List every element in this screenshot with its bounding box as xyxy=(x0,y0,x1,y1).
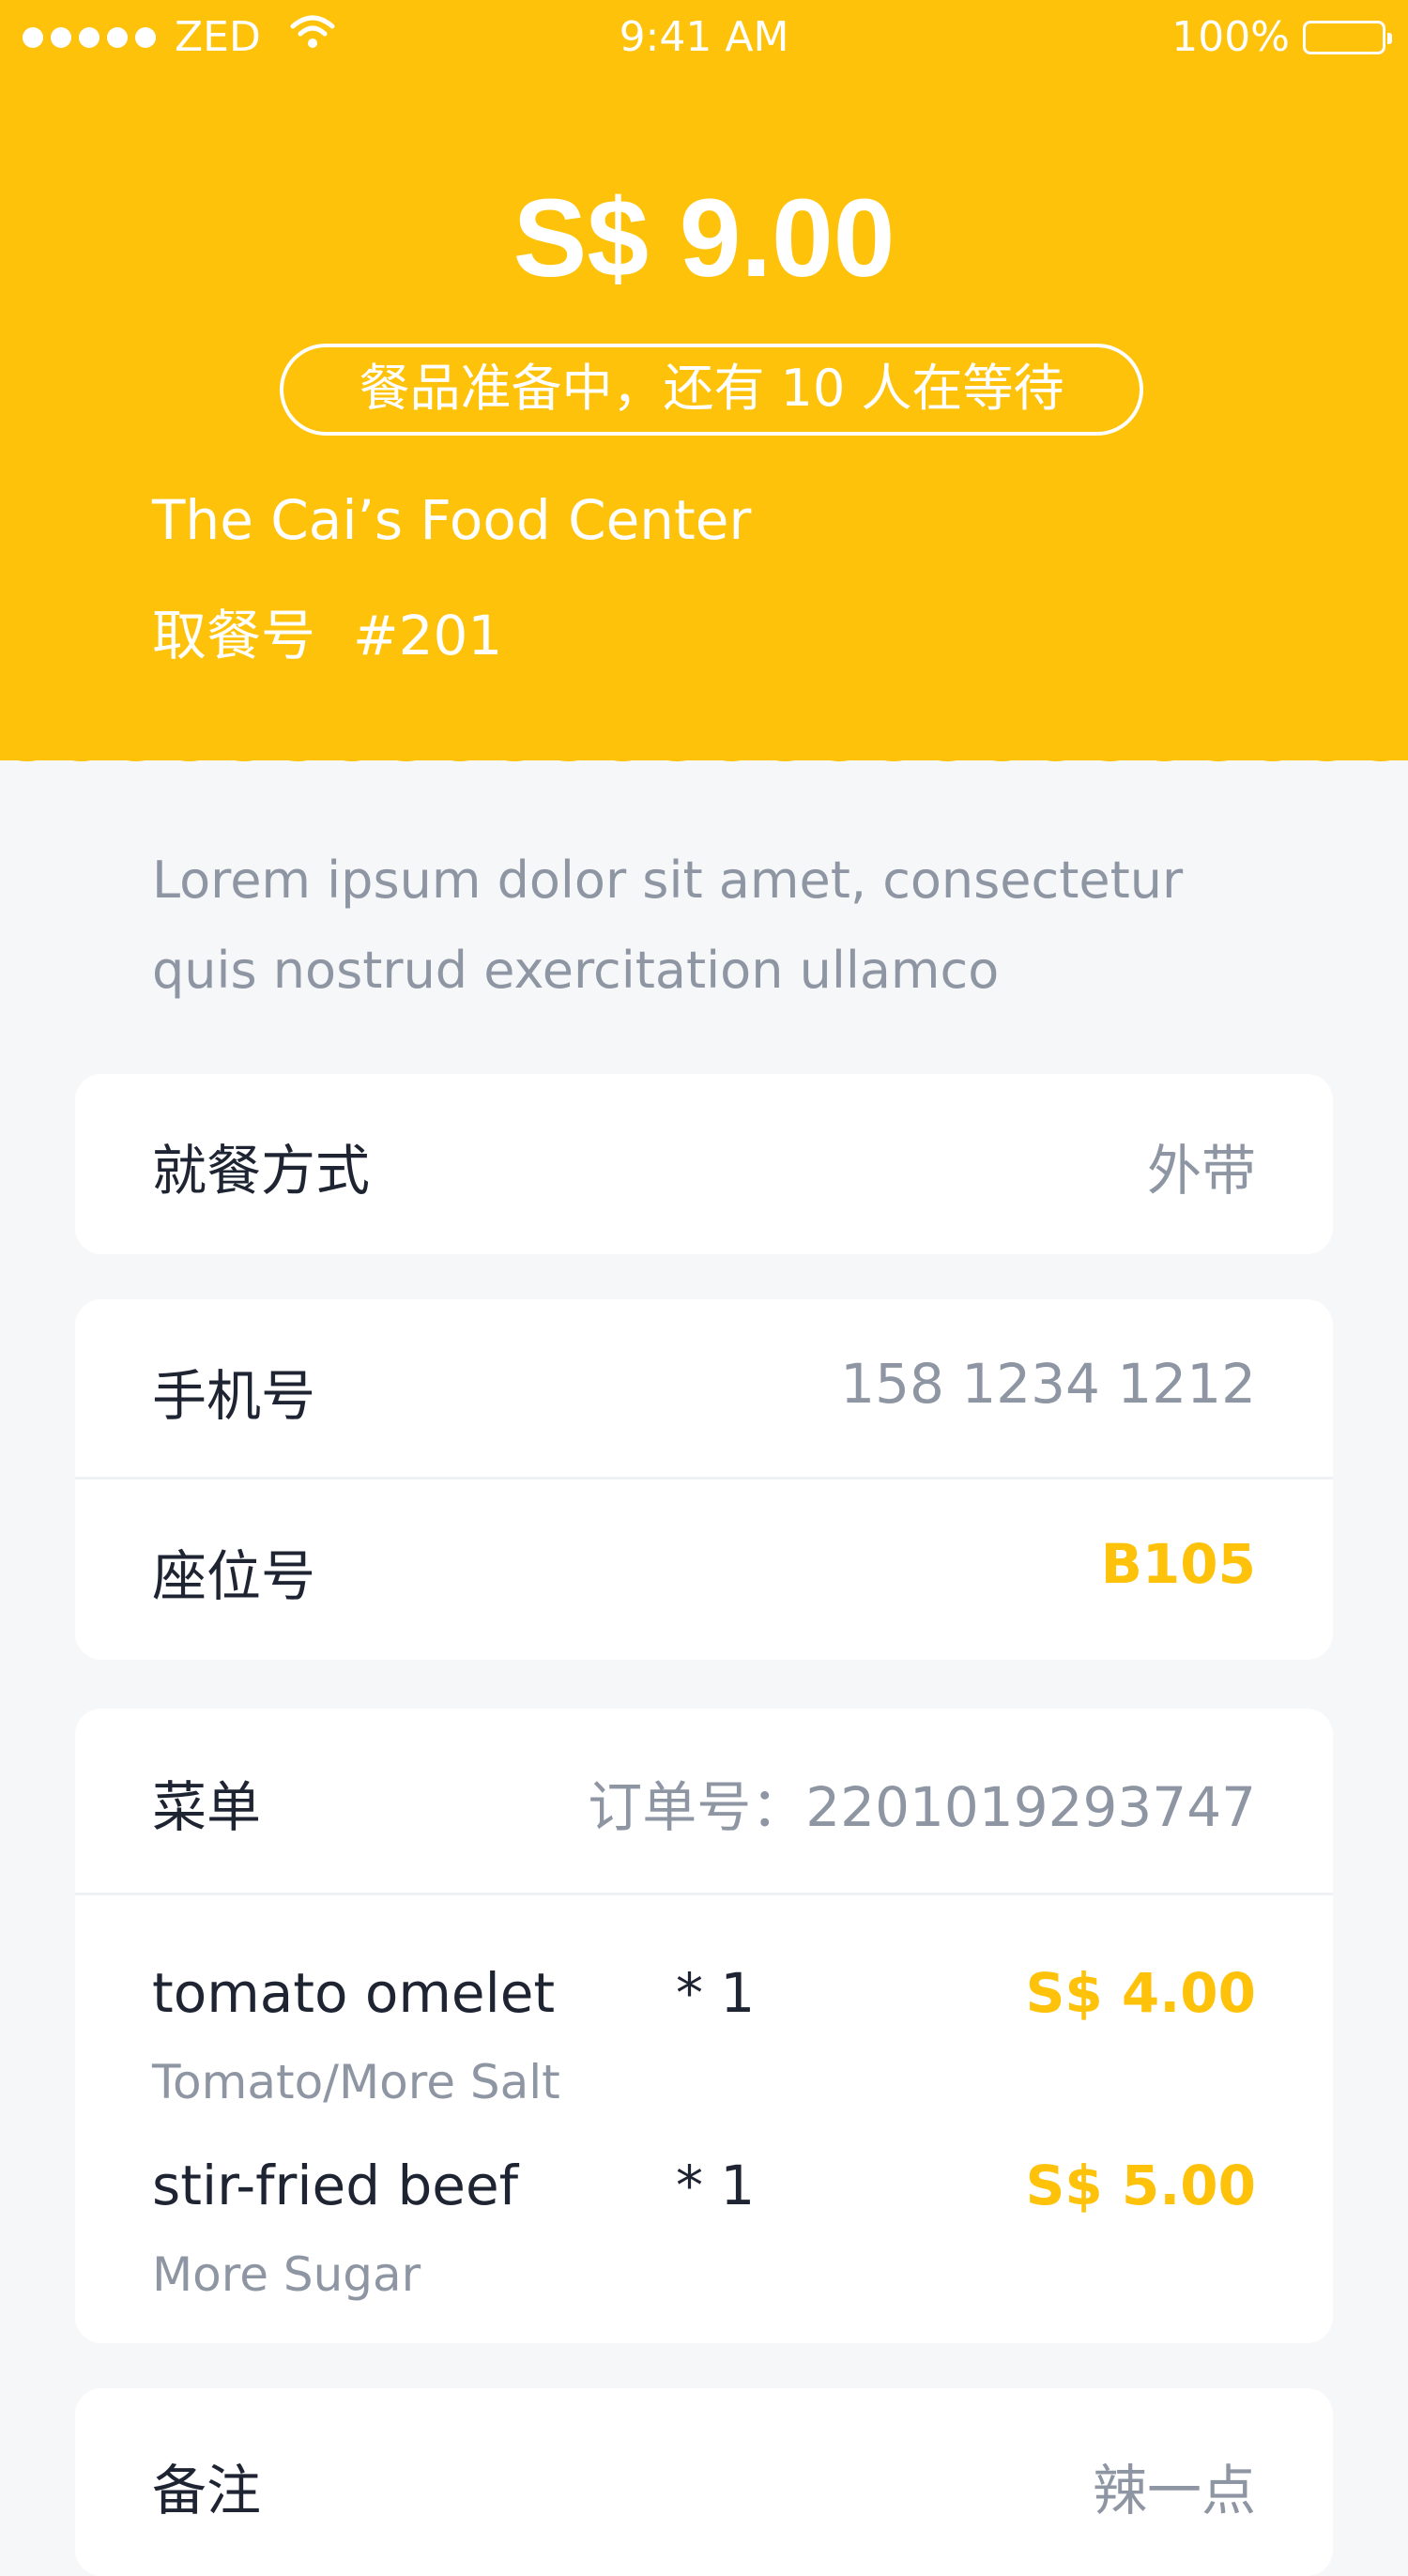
dining-method-label: 就餐方式 xyxy=(152,1139,371,1203)
pickup-number: 取餐号 #201 xyxy=(152,591,502,670)
pickup-value: #201 xyxy=(353,604,503,667)
note-line: Lorem ipsum dolor sit amet, consectetur xyxy=(152,851,1184,910)
status-bar: ZED 9:41 AM 100% xyxy=(0,0,1408,75)
remark-card: 备注 辣一点 xyxy=(75,2388,1333,2576)
seat-label: 座位号 xyxy=(152,1544,316,1608)
restaurant-name: The Cai’s Food Center xyxy=(152,488,752,552)
menu-label: 菜单 xyxy=(152,1775,262,1839)
item-price: S$ 5.00 xyxy=(1025,2154,1256,2217)
item-quantity: * 1 xyxy=(676,1961,756,2025)
item-name: stir-fried beef xyxy=(152,2154,519,2217)
dining-method-value: 外带 xyxy=(1146,1139,1256,1203)
header-wave-edge xyxy=(0,732,1408,761)
contact-card: 手机号 158 1234 1212 座位号 B105 xyxy=(75,1299,1333,1660)
menu-item: tomato omelet * 1 S$ 4.00 Tomato/More Sa… xyxy=(75,1933,1333,2125)
battery-icon xyxy=(1303,20,1392,54)
battery-percent: 100% xyxy=(1171,13,1290,61)
phone-value: 158 1234 1212 xyxy=(840,1352,1256,1416)
menu-header: 菜单 订单号：2201019293747 xyxy=(75,1709,1333,1895)
seat-value: B105 xyxy=(1100,1532,1256,1596)
menu-card: 菜单 订单号：2201019293747 tomato omelet * 1 S… xyxy=(75,1709,1333,2343)
seat-row[interactable]: 座位号 B105 xyxy=(75,1480,1333,1660)
item-options: More Sugar xyxy=(152,2247,421,2302)
note-line: quis nostrud exercitation ullamco xyxy=(152,941,1000,1000)
dining-card: 就餐方式 外带 xyxy=(75,1074,1333,1254)
item-options: Tomato/More Salt xyxy=(152,2055,560,2109)
item-quantity: * 1 xyxy=(676,2154,756,2217)
phone-label: 手机号 xyxy=(152,1364,316,1428)
order-number: 订单号：2201019293747 xyxy=(588,1775,1256,1839)
menu-item: stir-fried beef * 1 S$ 5.00 More Sugar xyxy=(75,2125,1333,2318)
remark-value: 辣一点 xyxy=(1092,2459,1256,2522)
order-note: Lorem ipsum dolor sit amet, consectetur … xyxy=(152,836,1278,1016)
item-price: S$ 4.00 xyxy=(1025,1961,1256,2025)
order-amount: S$ 9.00 xyxy=(513,176,895,300)
dining-method-row[interactable]: 就餐方式 外带 xyxy=(75,1074,1333,1254)
order-status-badge: 餐品准备中，还有 10 人在等待 xyxy=(280,344,1143,436)
remark-label: 备注 xyxy=(152,2459,262,2522)
remark-row[interactable]: 备注 辣一点 xyxy=(75,2388,1333,2568)
pickup-label: 取餐号 xyxy=(152,604,316,667)
phone-row[interactable]: 手机号 158 1234 1212 xyxy=(75,1299,1333,1480)
item-name: tomato omelet xyxy=(152,1961,556,2025)
